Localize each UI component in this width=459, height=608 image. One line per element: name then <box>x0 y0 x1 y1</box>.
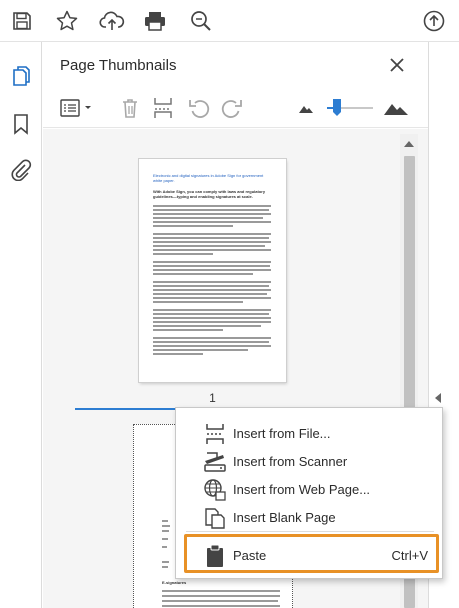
text-line <box>153 329 223 331</box>
text-line <box>153 237 269 239</box>
text-line <box>153 221 271 223</box>
text-line <box>153 265 270 267</box>
zoom-small-mountain-icon[interactable] <box>297 94 315 122</box>
text-line <box>153 345 271 347</box>
text-line <box>153 337 271 339</box>
text-line <box>153 325 261 327</box>
text-line <box>153 289 271 291</box>
menu-item-label: Insert Blank Page <box>233 510 336 525</box>
bookmark-star-icon[interactable] <box>52 6 82 36</box>
text-line <box>153 245 265 247</box>
page-number: 1 <box>209 391 216 405</box>
rotate-cw-icon[interactable] <box>219 94 245 122</box>
page-thumbnail-1[interactable]: Electronic and digital signatures in Ado… <box>139 159 286 382</box>
page-thumbnails-icon[interactable] <box>6 62 36 92</box>
menu-item-insert-blank-page[interactable]: Insert Blank Page <box>176 504 444 532</box>
menu-item-insert-from-scanner[interactable]: Insert from Scanner <box>176 448 444 476</box>
menu-item-label: Insert from Scanner <box>233 454 348 469</box>
bookmark-icon[interactable] <box>6 109 36 139</box>
text-line <box>153 225 233 227</box>
text-line <box>153 353 203 355</box>
top-toolbar <box>0 0 459 42</box>
text-line <box>153 209 269 211</box>
text-line <box>162 600 278 602</box>
menu-item-label: Insert from Web Page... <box>233 482 371 497</box>
text-line <box>153 273 253 275</box>
menu-item-insert-from-web-page[interactable]: Insert from Web Page... <box>176 476 444 504</box>
options-menu-icon[interactable] <box>59 94 95 122</box>
menu-separator <box>186 531 434 532</box>
text-line <box>162 546 167 548</box>
text-line <box>153 349 248 351</box>
attachment-paperclip-icon[interactable] <box>6 155 36 185</box>
zoom-large-mountain-icon[interactable] <box>382 94 410 122</box>
blank-page-icon <box>202 506 228 530</box>
text-line <box>162 595 280 597</box>
print-icon[interactable] <box>140 6 170 36</box>
text-line <box>153 297 271 299</box>
text-line <box>162 520 168 522</box>
paste-highlight-box <box>184 534 439 573</box>
text-line <box>153 249 271 251</box>
expand-left-arrow-icon[interactable] <box>435 393 441 403</box>
text-line <box>153 321 271 323</box>
scanner-icon <box>202 450 228 474</box>
text-line <box>153 261 271 263</box>
web-globe-icon <box>202 478 228 502</box>
text-line <box>153 253 213 255</box>
text-line <box>153 241 271 243</box>
text-line <box>162 605 280 607</box>
text-line <box>153 233 271 235</box>
panel-title: Page Thumbnails <box>60 57 177 74</box>
upload-cloud-icon[interactable] <box>97 6 127 36</box>
panel-toolbar <box>43 88 428 128</box>
thumbnail-title: Electronic and digital signatures in Ado… <box>153 173 264 183</box>
text-line <box>162 525 170 527</box>
delete-trash-icon[interactable] <box>117 94 143 122</box>
scroll-up-arrow-icon[interactable] <box>404 141 414 147</box>
text-line <box>162 590 280 592</box>
text-line <box>153 341 269 343</box>
text-line <box>153 285 269 287</box>
left-rail <box>0 42 42 608</box>
text-line <box>153 293 267 295</box>
save-icon[interactable] <box>7 6 37 36</box>
text-line <box>153 313 269 315</box>
text-line <box>153 213 271 215</box>
thumbnail-section-heading: E-signatures <box>162 580 187 585</box>
zoom-slider[interactable] <box>327 94 373 122</box>
insert-file-icon <box>202 422 228 446</box>
text-line <box>162 538 168 540</box>
app-window: Page Thumbnails Electronic and digital s… <box>0 0 459 608</box>
arrow-up-circle-icon[interactable] <box>419 6 449 36</box>
text-line <box>153 205 271 207</box>
text-line <box>153 301 243 303</box>
text-line <box>153 281 271 283</box>
text-line <box>153 309 271 311</box>
text-line <box>153 269 271 271</box>
zoom-search-icon[interactable] <box>186 6 216 36</box>
insert-pages-icon[interactable] <box>150 94 176 122</box>
close-icon[interactable] <box>384 52 410 78</box>
menu-item-insert-from-file[interactable]: Insert from File... <box>176 420 444 448</box>
text-line <box>153 217 263 219</box>
rotate-ccw-icon[interactable] <box>186 94 212 122</box>
text-line <box>162 566 168 568</box>
thumbnail-subtitle: With Adobe Sign, you can comply with law… <box>153 189 266 199</box>
menu-item-label: Insert from File... <box>233 426 331 441</box>
text-line <box>153 317 271 319</box>
text-line <box>162 561 169 563</box>
text-line <box>162 530 169 532</box>
